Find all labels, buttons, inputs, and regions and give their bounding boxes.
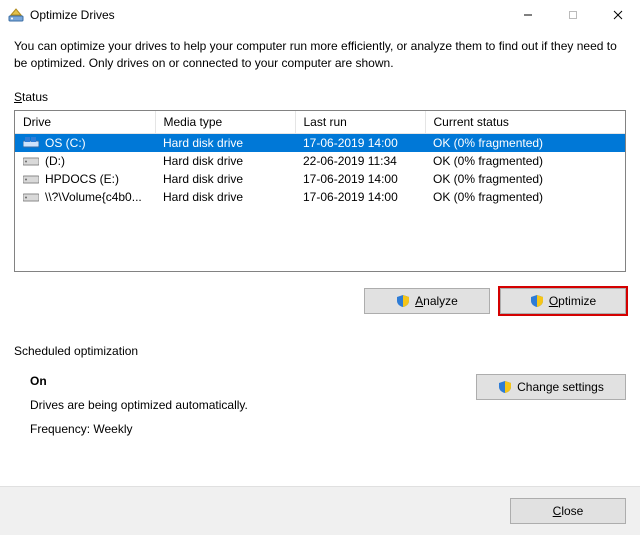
col-status[interactable]: Current status xyxy=(425,111,625,134)
description-text: You can optimize your drives to help you… xyxy=(14,38,626,72)
scheduled-optimization-box: On Drives are being optimized automatica… xyxy=(14,364,626,446)
drive-name: OS (C:) xyxy=(45,136,86,150)
table-row[interactable]: HPDOCS (E:) Hard disk drive17-06-2019 14:… xyxy=(15,170,625,188)
drive-name: (D:) xyxy=(45,154,65,168)
scheduled-optimization-label: Scheduled optimization xyxy=(14,344,626,358)
shield-icon xyxy=(396,294,410,308)
shield-icon xyxy=(530,294,544,308)
change-settings-label: Change settings xyxy=(517,380,604,394)
maximize-button xyxy=(550,0,595,30)
drive-media: Hard disk drive xyxy=(155,133,295,152)
scheduled-desc: Drives are being optimized automatically… xyxy=(30,398,476,412)
os-drive-icon xyxy=(23,137,39,149)
scheduled-state: On xyxy=(30,374,476,388)
drive-lastrun: 17-06-2019 14:00 xyxy=(295,133,425,152)
hdd-drive-icon xyxy=(23,173,39,185)
window-controls xyxy=(505,0,640,30)
change-settings-button[interactable]: Change settings xyxy=(476,374,626,400)
drive-lastrun: 17-06-2019 14:00 xyxy=(295,170,425,188)
drive-media: Hard disk drive xyxy=(155,188,295,206)
drive-media: Hard disk drive xyxy=(155,152,295,170)
drive-status: OK (0% fragmented) xyxy=(425,188,625,206)
drive-status: OK (0% fragmented) xyxy=(425,133,625,152)
optimize-label: Optimize xyxy=(549,294,596,308)
drive-media: Hard disk drive xyxy=(155,170,295,188)
col-drive[interactable]: Drive xyxy=(15,111,155,134)
drive-actions: Analyze Optimize xyxy=(14,288,626,314)
drive-status: OK (0% fragmented) xyxy=(425,152,625,170)
scheduled-frequency: Frequency: Weekly xyxy=(30,422,476,436)
status-label: Status xyxy=(14,90,626,104)
col-lastrun[interactable]: Last run xyxy=(295,111,425,134)
table-row[interactable]: OS (C:) Hard disk drive17-06-2019 14:00OK… xyxy=(15,133,625,152)
drive-lastrun: 17-06-2019 14:00 xyxy=(295,188,425,206)
hdd-drive-icon xyxy=(23,155,39,167)
table-row[interactable]: \\?\Volume{c4b0... Hard disk drive17-06-2… xyxy=(15,188,625,206)
drive-status: OK (0% fragmented) xyxy=(425,170,625,188)
drive-lastrun: 22-06-2019 11:34 xyxy=(295,152,425,170)
bottom-bar: Close xyxy=(0,486,640,535)
analyze-button[interactable]: Analyze xyxy=(364,288,490,314)
table-row[interactable]: (D:) Hard disk drive22-06-2019 11:34OK (0… xyxy=(15,152,625,170)
scheduled-info: On Drives are being optimized automatica… xyxy=(14,374,476,446)
window-title: Optimize Drives xyxy=(30,8,115,22)
titlebar: Optimize Drives xyxy=(0,0,640,30)
optimize-button[interactable]: Optimize xyxy=(500,288,626,314)
table-header-row[interactable]: Drive Media type Last run Current status xyxy=(15,111,625,134)
drive-name: \\?\Volume{c4b0... xyxy=(45,190,142,204)
content-area: You can optimize your drives to help you… xyxy=(0,30,640,486)
drives-table-container: Drive Media type Last run Current status… xyxy=(14,110,626,272)
shield-icon xyxy=(498,380,512,394)
optimize-drives-window: Optimize Drives You can optimize your dr… xyxy=(0,0,640,535)
close-label: Close xyxy=(553,504,584,518)
app-icon xyxy=(8,7,24,23)
drives-table[interactable]: Drive Media type Last run Current status… xyxy=(15,111,625,206)
close-window-button[interactable] xyxy=(595,0,640,30)
drive-name: HPDOCS (E:) xyxy=(45,172,119,186)
analyze-label: Analyze xyxy=(415,294,458,308)
col-media[interactable]: Media type xyxy=(155,111,295,134)
minimize-button[interactable] xyxy=(505,0,550,30)
close-button[interactable]: Close xyxy=(510,498,626,524)
hdd-drive-icon xyxy=(23,191,39,203)
